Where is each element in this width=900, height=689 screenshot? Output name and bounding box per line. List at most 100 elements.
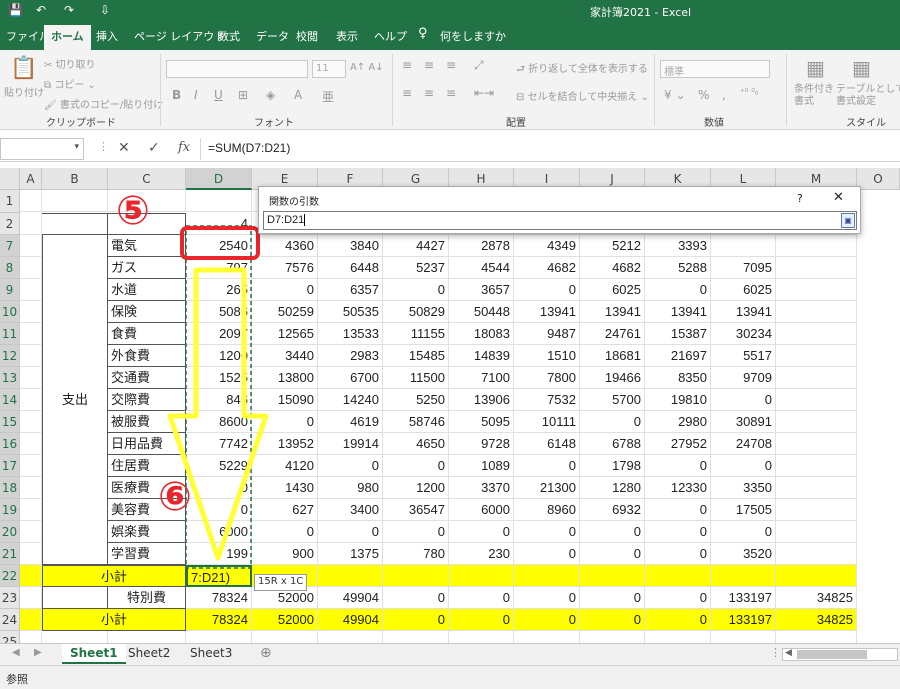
value-cell[interactable]: 0	[580, 587, 645, 609]
format-as-table-button[interactable]: テーブルとして 書式設定	[836, 84, 900, 108]
value-cell[interactable]: 0	[580, 609, 645, 631]
row-header-8[interactable]: 8	[0, 257, 20, 279]
value-cell[interactable]: 0	[645, 587, 711, 609]
col-a-cell[interactable]	[20, 543, 42, 565]
value-cell[interactable]: 3520	[711, 543, 776, 565]
value-cell[interactable]: 6700	[318, 367, 383, 389]
select-all-corner[interactable]	[0, 168, 20, 190]
grid-cell[interactable]	[252, 631, 318, 643]
row-header-2[interactable]: 2	[0, 213, 20, 235]
active-cell-d22[interactable]: 7:D21)	[186, 565, 252, 587]
value-cell[interactable]	[776, 235, 857, 257]
value-cell[interactable]: 0	[186, 499, 252, 521]
value-cell[interactable]: 11155	[383, 323, 449, 345]
value-cell[interactable]: 5288	[645, 257, 711, 279]
borders-icon[interactable]: ⊞	[238, 88, 248, 102]
row-header-23[interactable]: 23	[0, 587, 20, 609]
value-cell[interactable]: 4360	[252, 235, 318, 257]
tab-review[interactable]: 校閲	[296, 28, 318, 44]
value-cell[interactable]: 797	[186, 257, 252, 279]
value-cell[interactable]: 0	[580, 543, 645, 565]
value-cell[interactable]	[776, 543, 857, 565]
col-a-cell[interactable]	[20, 323, 42, 345]
value-cell[interactable]: 627	[252, 499, 318, 521]
value-cell[interactable]: 6025	[580, 279, 645, 301]
expand-dialog-icon[interactable]: ▣	[841, 213, 855, 228]
value-cell[interactable]: 4682	[580, 257, 645, 279]
help-button[interactable]: ?	[797, 192, 803, 205]
value-cell[interactable]: 0	[711, 521, 776, 543]
sheet-tab-1[interactable]: Sheet1	[62, 644, 126, 664]
value-cell[interactable]	[776, 455, 857, 477]
grid-cell[interactable]	[186, 631, 252, 643]
sheet-tab-3[interactable]: Sheet3	[182, 644, 240, 664]
format-painter-button[interactable]: 🖌 書式のコピー/貼り付け	[44, 96, 163, 111]
value-cell[interactable]: 13941	[514, 301, 580, 323]
value-cell[interactable]: 4120	[252, 455, 318, 477]
value-cell[interactable]: 21300	[514, 477, 580, 499]
wrap-text-button[interactable]: ⮐ 折り返して全体を表示する	[516, 60, 648, 79]
value-cell[interactable]: 6788	[580, 433, 645, 455]
value-cell[interactable]: 0	[711, 389, 776, 411]
value-cell[interactable]: 3440	[252, 345, 318, 367]
value-cell[interactable]: 0	[645, 499, 711, 521]
value-cell[interactable]: 6448	[318, 257, 383, 279]
value-cell[interactable]: 5095	[449, 411, 514, 433]
align-left-icon[interactable]: ≡	[402, 86, 412, 100]
value-cell[interactable]: 0	[252, 411, 318, 433]
value-cell[interactable]: 50259	[252, 301, 318, 323]
value-cell[interactable]: 3840	[318, 235, 383, 257]
value-cell[interactable]: 12565	[252, 323, 318, 345]
value-cell[interactable]: 1798	[580, 455, 645, 477]
orientation-icon[interactable]: ⤢	[474, 58, 484, 73]
grid-cell[interactable]	[318, 565, 383, 587]
value-cell[interactable]: 0	[514, 455, 580, 477]
grid-cell[interactable]	[711, 631, 776, 643]
item-label[interactable]: ガス	[108, 257, 186, 279]
item-label[interactable]: 保険	[108, 301, 186, 323]
value-cell[interactable]: 7095	[711, 257, 776, 279]
value-cell[interactable]	[776, 389, 857, 411]
value-cell[interactable]: 3400	[318, 499, 383, 521]
row-header-24[interactable]: 24	[0, 609, 20, 631]
special-label-pad[interactable]	[42, 587, 108, 609]
grid-cell[interactable]	[645, 565, 711, 587]
value-cell[interactable]: 5086	[186, 301, 252, 323]
value-cell[interactable]: 8350	[645, 367, 711, 389]
enter-formula-icon[interactable]: ✓	[148, 140, 160, 156]
bold-button[interactable]: B	[172, 88, 181, 102]
align-middle-icon[interactable]: ≡	[424, 58, 434, 72]
tab-formulas[interactable]: 数式	[218, 28, 240, 44]
grid-cell[interactable]	[20, 213, 42, 235]
grid-cell[interactable]	[383, 565, 449, 587]
column-header-c[interactable]: C	[108, 168, 186, 190]
tab-insert[interactable]: 挿入	[96, 28, 118, 44]
value-cell[interactable]: 7800	[514, 367, 580, 389]
value-cell[interactable]: 6000	[186, 521, 252, 543]
align-bottom-icon[interactable]: ≡	[446, 58, 456, 72]
column-header-o[interactable]: O	[857, 168, 900, 190]
value-cell[interactable]: 27952	[645, 433, 711, 455]
undo-icon[interactable]: ↶	[36, 3, 46, 17]
item-label[interactable]: 日用品費	[108, 433, 186, 455]
grid-cell[interactable]	[42, 190, 108, 212]
value-cell[interactable]: 50535	[318, 301, 383, 323]
grid-cell[interactable]	[449, 565, 514, 587]
value-cell[interactable]: 7742	[186, 433, 252, 455]
align-right-icon[interactable]: ≡	[446, 86, 456, 100]
value-cell[interactable]: 3657	[449, 279, 514, 301]
value-cell[interactable]: 19466	[580, 367, 645, 389]
row-header-9[interactable]: 9	[0, 279, 20, 301]
grid-cell[interactable]	[20, 631, 42, 643]
grid-cell[interactable]	[514, 631, 580, 643]
value-cell[interactable]: 0	[383, 455, 449, 477]
close-icon[interactable]: ✕	[833, 190, 844, 205]
item-label[interactable]: 娯楽費	[108, 521, 186, 543]
paste-icon[interactable]: 📋	[10, 56, 37, 81]
tab-data[interactable]: データ	[256, 28, 289, 44]
row-header-22[interactable]: 22	[0, 565, 20, 587]
item-label[interactable]: 交際費	[108, 389, 186, 411]
value-cell[interactable]: 4349	[514, 235, 580, 257]
value-cell[interactable]: 13800	[252, 367, 318, 389]
font-size-combo[interactable]: 11	[312, 60, 346, 78]
